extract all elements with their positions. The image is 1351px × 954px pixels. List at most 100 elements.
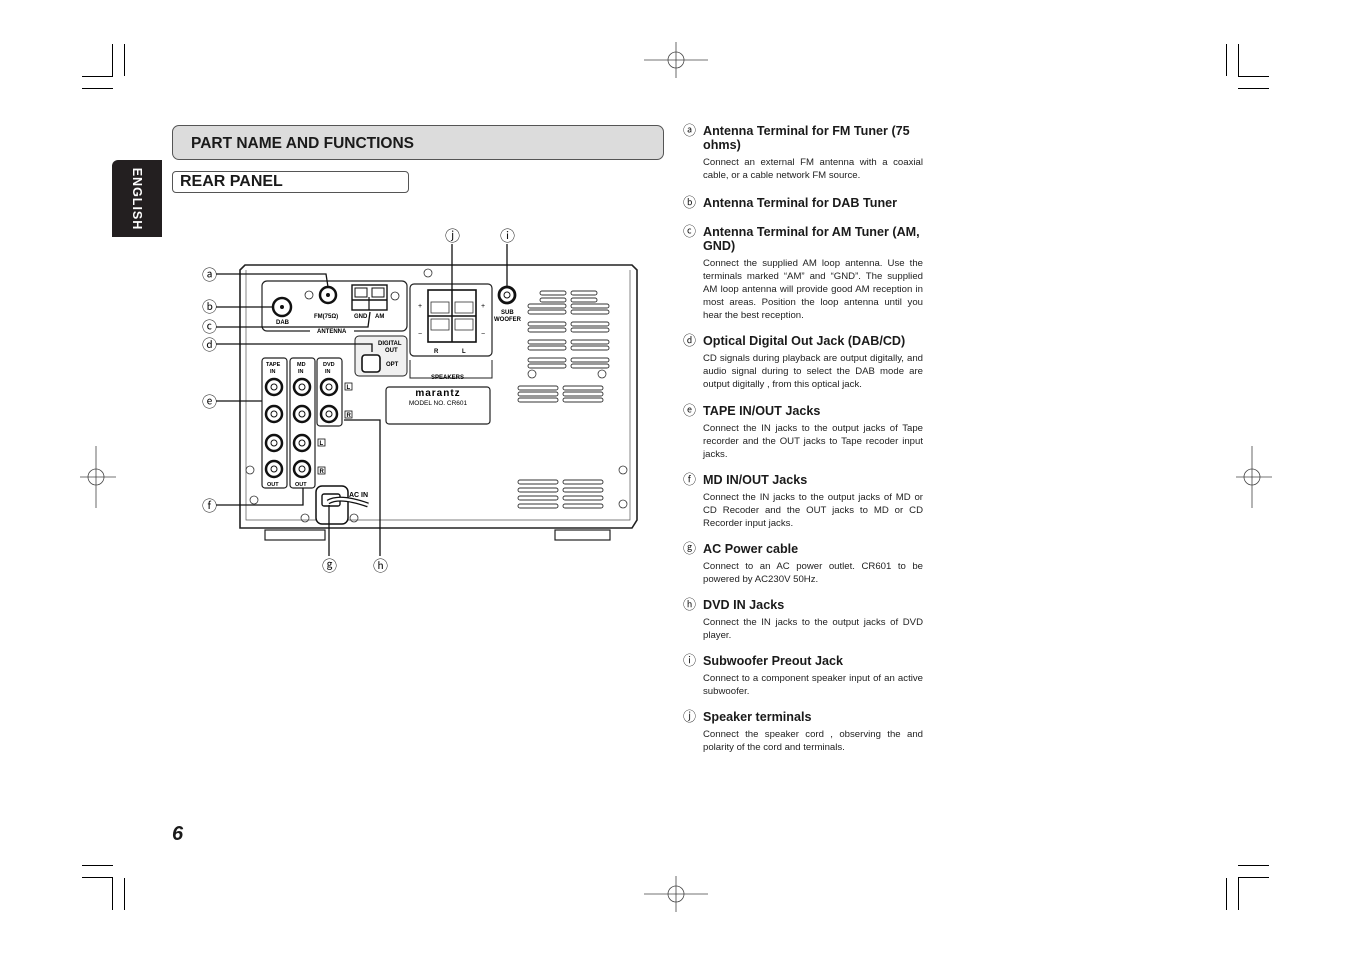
crop-mark [82,877,113,878]
svg-text:R: R [347,413,352,419]
item-description: Connect the supplied AM loop antenna. Us… [703,258,923,321]
item-marker: ⓔ [683,403,697,418]
callout-e: ⓔ [202,393,217,411]
callout-j: ⓙ [445,227,460,245]
crop-mark [1238,88,1269,89]
callout-b: ⓑ [202,298,217,316]
svg-text:IN: IN [270,369,276,375]
item-description: Connect to an AC power outlet. CR601 to … [703,561,923,585]
language-tab: ENGLISH [112,160,162,237]
item-title: DVD IN Jacks [703,598,785,612]
opt-label: OPT [386,362,399,368]
item-title: Antenna Terminal for AM Tuner (AM, GND) [703,225,920,253]
item-title: MD IN/OUT Jacks [703,473,808,487]
md-label: MD [297,362,306,368]
am-label: AM [375,314,384,320]
svg-text:+: + [481,303,485,310]
page-number: 6 [172,823,184,845]
fm-label: FM(75Ω) [314,314,338,320]
foot-right [554,529,611,541]
svg-text:IN: IN [298,369,304,375]
item-title: Antenna Terminal for FM Tuner (75 ohms) [703,124,910,152]
crop-mark [1238,76,1269,77]
crop-mark [1226,878,1227,910]
item-marker: ⓕ [683,472,697,487]
part-item-b: ⓑ Antenna Terminal for DAB Tuner [683,195,923,211]
subsection-header: REAR PANEL [172,171,409,193]
section-title: PART NAME AND FUNCTIONS [191,135,415,152]
crop-mark [124,44,125,76]
digital-label: DIGITAL [378,341,402,347]
antenna-label: ANTENNA [317,329,347,335]
callout-d: ⓓ [202,336,217,354]
dab-label: DAB [276,320,290,326]
item-description: Connect the IN jacks to the output jacks… [703,617,923,641]
language-tab-label: ENGLISH [130,167,144,230]
item-title: AC Power cable [703,542,799,556]
optical-jack [361,354,381,373]
part-item-g: ⓖ AC Power cable Connect to an AC power … [683,542,923,586]
crop-mark [82,76,113,77]
speaker-l-label: L [462,349,466,355]
item-description: CD signals during playback are output di… [703,353,923,390]
item-marker: ⓓ [683,333,697,348]
crop-mark [124,878,125,910]
part-item-j: ⓙ Speaker terminals Connect the speaker … [683,710,923,754]
crop-mark [1238,865,1269,866]
dvd-label: DVD [323,362,335,368]
crop-mark [82,88,113,89]
svg-text:R: R [320,469,325,475]
item-title: TAPE IN/OUT Jacks [703,404,821,418]
part-item-d: ⓓ Optical Digital Out Jack (DAB/CD) CD s… [683,334,923,391]
item-title: Speaker terminals [703,710,812,724]
brand-logo: marantz [415,388,460,399]
crop-mark [1238,877,1239,910]
item-description: Connect to a component speaker input of … [703,673,923,697]
callout-a: ⓐ [202,266,217,284]
item-description: Connect the IN jacks to the output jacks… [703,423,923,460]
crop-mark [1226,44,1227,76]
registration-mark-top [644,42,708,78]
registration-mark-bottom [644,876,708,912]
callout-g: ⓖ [322,557,337,575]
item-marker: ⓖ [683,541,697,556]
foot-left [264,529,326,541]
item-marker: ⓑ [683,195,697,210]
svg-text:OUT: OUT [267,482,279,488]
item-title: Optical Digital Out Jack (DAB/CD) [703,334,906,348]
item-description: Connect the IN jacks to the output jacks… [703,492,923,529]
item-description: Connect the speaker cord , observing the… [703,729,923,753]
model-number: MODEL NO. CR601 [409,400,468,407]
item-description: Connect an external FM antenna with a co… [703,157,923,181]
callout-f: ⓕ [202,497,217,515]
svg-text:OUT: OUT [295,482,307,488]
svg-text:IN: IN [325,369,331,375]
crop-mark [82,865,113,866]
crop-mark [112,44,113,77]
minus-label: − [418,331,422,338]
svg-text:L: L [320,441,324,447]
part-item-f: ⓕ MD IN/OUT Jacks Connect the IN jacks t… [683,473,923,530]
part-item-h: ⓗ DVD IN Jacks Connect the IN jacks to t… [683,598,923,642]
section-header: PART NAME AND FUNCTIONS [172,125,664,160]
part-item-e: ⓔ TAPE IN/OUT Jacks Connect the IN jacks… [683,404,923,461]
subsection-title: REAR PANEL [180,173,283,190]
part-item-a: ⓐ Antenna Terminal for FM Tuner (75 ohms… [683,124,923,182]
callout-h: ⓗ [373,557,388,575]
out-label: OUT [385,348,398,354]
item-marker: ⓐ [683,123,697,138]
item-title: Antenna Terminal for DAB Tuner [703,196,898,210]
crop-mark [112,877,113,910]
tape-label: TAPE [266,362,281,368]
part-descriptions: ⓐ Antenna Terminal for FM Tuner (75 ohms… [683,124,923,754]
woofer-label: WOOFER [494,317,522,323]
item-marker: ⓒ [683,224,697,239]
svg-text:L: L [347,385,351,391]
callout-c: ⓒ [202,318,217,336]
crop-mark [1238,44,1239,77]
gnd-label: GND [354,314,368,320]
sub-label: SUB [501,310,514,316]
part-item-c: ⓒ Antenna Terminal for AM Tuner (AM, GND… [683,225,923,322]
callout-i: ⓘ [500,227,515,245]
speaker-r-label: R [434,349,439,355]
